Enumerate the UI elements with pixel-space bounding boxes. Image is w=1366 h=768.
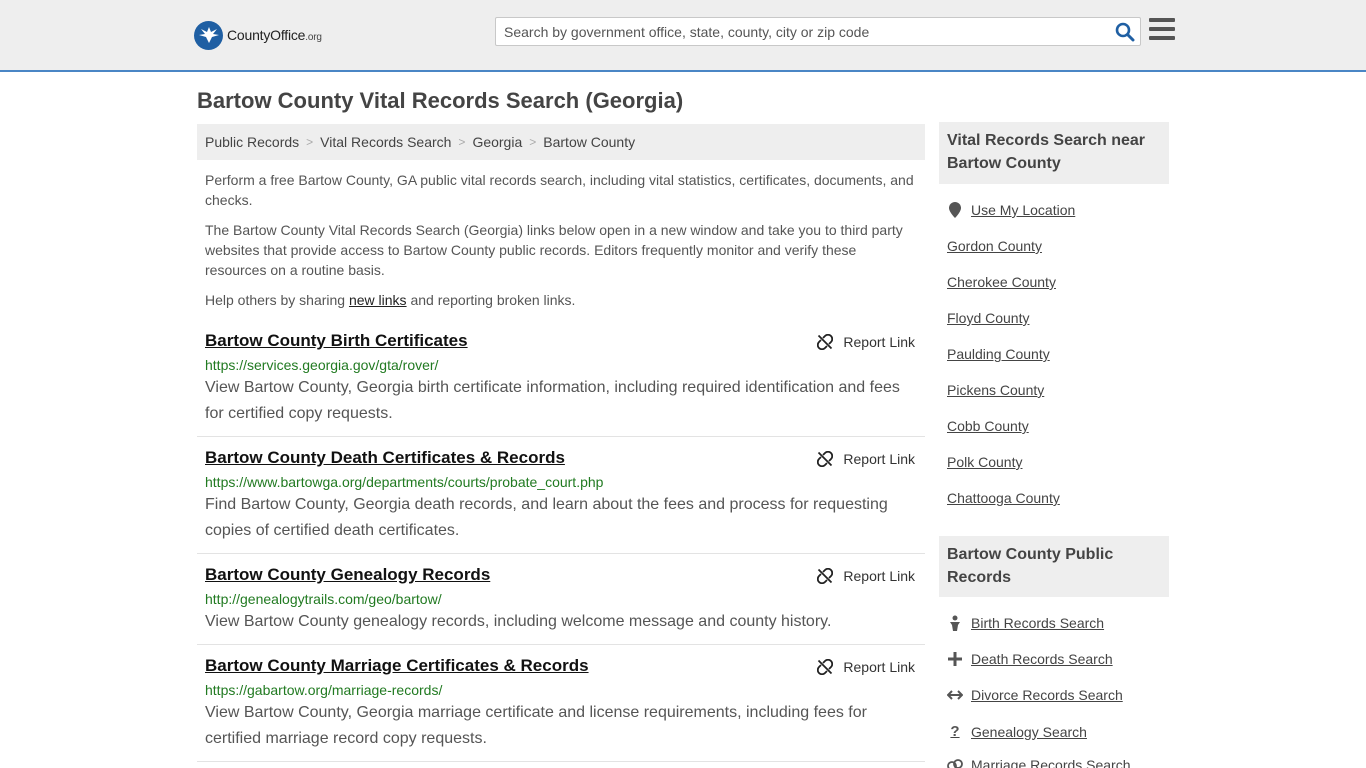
result-description: View Bartow County, Georgia birth certif…	[205, 379, 900, 422]
result-description: Find Bartow County, Georgia death record…	[205, 496, 888, 539]
result-description: View Bartow County genealogy records, in…	[205, 613, 832, 630]
result-item: Bartow County Death Certificates & Recor…	[197, 448, 925, 554]
nearby-county-link[interactable]: Polk County	[947, 454, 1022, 470]
death-records-search-link[interactable]: Death Records Search	[947, 651, 1113, 667]
nearby-county-link[interactable]: Cobb County	[947, 418, 1029, 434]
intro-paragraph-3: Help others by sharing new links and rep…	[205, 292, 576, 308]
result-title-link[interactable]: Bartow County Marriage Certificates & Re…	[205, 656, 589, 676]
nearby-county-link[interactable]: Gordon County	[947, 238, 1042, 254]
breadcrumb-georgia[interactable]: Georgia	[472, 134, 522, 150]
baby-icon	[947, 615, 963, 631]
question-icon: ?	[950, 723, 960, 740]
genealogy-search-link[interactable]: ? Genealogy Search	[947, 723, 1087, 740]
result-title-link[interactable]: Bartow County Birth Certificates	[205, 331, 468, 351]
location-pin-icon	[947, 202, 963, 218]
nearby-county-link[interactable]: Chattooga County	[947, 490, 1060, 506]
new-links-link[interactable]: new links	[349, 292, 407, 308]
menu-hamburger-icon[interactable]	[1149, 18, 1175, 42]
use-my-location-link[interactable]: Use My Location	[947, 202, 1075, 218]
search-button[interactable]	[1115, 22, 1135, 42]
logo-text: CountyOffice.org	[227, 27, 322, 43]
breadcrumb-separator: >	[529, 135, 537, 149]
breadcrumb: Public Records > Vital Records Search > …	[197, 124, 925, 160]
rings-icon	[947, 759, 963, 768]
report-link-button[interactable]: Report Link	[817, 334, 915, 350]
sidebar-nearby-heading: Vital Records Search near Bartow County	[939, 122, 1169, 184]
breadcrumb-bartow-county[interactable]: Bartow County	[543, 134, 635, 150]
logo-eagle-icon	[194, 20, 223, 50]
arrows-icon	[947, 689, 963, 701]
sidebar-public-records-heading: Bartow County Public Records	[939, 536, 1169, 597]
nearby-county-link[interactable]: Floyd County	[947, 310, 1029, 326]
report-link-button[interactable]: Report Link	[817, 568, 915, 584]
result-title-link[interactable]: Bartow County Genealogy Records	[205, 565, 490, 585]
breadcrumb-public-records[interactable]: Public Records	[205, 134, 299, 150]
result-url: http://genealogytrails.com/geo/bartow/	[205, 591, 442, 607]
intro-paragraph-1: Perform a free Bartow County, GA public …	[205, 172, 914, 208]
result-title-link[interactable]: Bartow County Death Certificates & Recor…	[205, 448, 565, 468]
result-url: https://services.georgia.gov/gta/rover/	[205, 357, 439, 373]
result-description: View Bartow County, Georgia marriage cer…	[205, 704, 867, 747]
result-item: Bartow County Marriage Certificates & Re…	[197, 656, 925, 762]
breadcrumb-vital-records[interactable]: Vital Records Search	[320, 134, 451, 150]
cross-icon	[947, 652, 963, 666]
broken-link-icon	[817, 451, 834, 467]
report-link-button[interactable]: Report Link	[817, 659, 915, 675]
breadcrumb-separator: >	[306, 135, 314, 149]
result-url: https://gabartow.org/marriage-records/	[205, 682, 443, 698]
birth-records-search-link[interactable]: Birth Records Search	[947, 615, 1104, 631]
search-input[interactable]	[496, 18, 1106, 45]
page-title: Bartow County Vital Records Search (Geor…	[197, 88, 684, 113]
broken-link-icon	[817, 334, 834, 350]
site-header: CountyOffice.org	[0, 0, 1366, 72]
marriage-records-search-link[interactable]: Marriage Records Search	[947, 757, 1131, 768]
report-link-button[interactable]: Report Link	[817, 451, 915, 467]
broken-link-icon	[817, 568, 834, 584]
nearby-county-link[interactable]: Cherokee County	[947, 274, 1056, 290]
result-item: Bartow County Genealogy Records Report L…	[197, 565, 925, 645]
broken-link-icon	[817, 659, 834, 675]
site-search	[495, 17, 1141, 46]
search-icon	[1115, 22, 1135, 42]
nearby-county-link[interactable]: Paulding County	[947, 346, 1050, 362]
result-item: Bartow County Birth Certificates Report …	[197, 331, 925, 437]
breadcrumb-separator: >	[458, 135, 466, 149]
divorce-records-search-link[interactable]: Divorce Records Search	[947, 687, 1123, 703]
nearby-county-link[interactable]: Pickens County	[947, 382, 1044, 398]
intro-paragraph-2: The Bartow County Vital Records Search (…	[205, 222, 903, 278]
site-logo[interactable]: CountyOffice.org	[194, 20, 322, 50]
result-url: https://www.bartowga.org/departments/cou…	[205, 474, 604, 490]
